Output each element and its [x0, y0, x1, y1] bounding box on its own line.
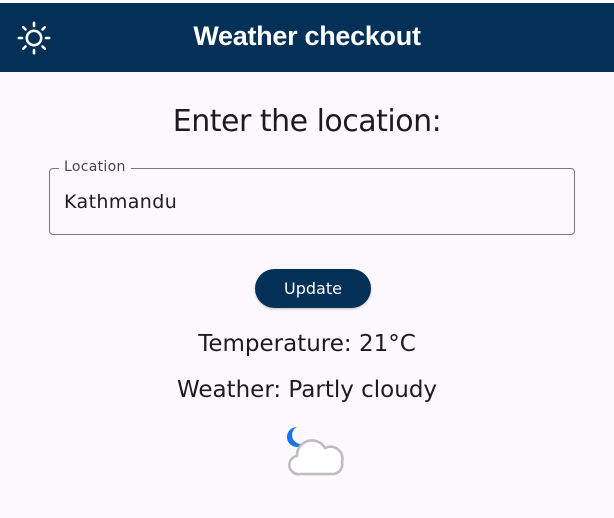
app-title: Weather checkout [193, 21, 421, 51]
location-input[interactable] [64, 187, 544, 217]
location-field-label: Location [59, 159, 131, 175]
temperature-text: Temperature: 21°C [198, 331, 416, 357]
main-content: Enter the location: Location Update Temp… [0, 72, 614, 518]
app-bar: Weather checkout [0, 3, 614, 72]
location-field[interactable]: Location [49, 159, 575, 235]
weather-text: Weather: Partly cloudy [176, 377, 438, 403]
partly-cloudy-night-icon [287, 427, 344, 476]
page-heading: Enter the location: [172, 104, 442, 139]
update-button[interactable]: Update [255, 269, 371, 308]
app-window: Weather checkout Enter the location: Loc… [0, 0, 614, 518]
